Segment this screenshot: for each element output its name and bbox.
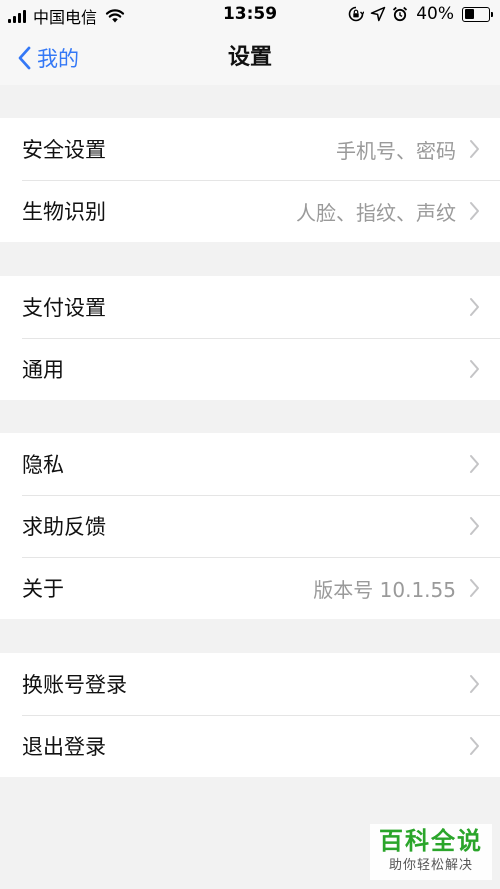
row-value: 手机号、密码 [336,138,456,163]
row-label: 生物识别 [22,200,106,224]
settings-group-account: 换账号登录 退出登录 [0,653,500,777]
row-value: 人脸、指纹、声纹 [296,200,456,225]
settings-group-payment: 支付设置 通用 [0,276,500,400]
general-row[interactable]: 通用 [0,338,500,400]
row-label: 隐私 [22,453,64,477]
chevron-right-icon [470,455,479,473]
chevron-right-icon [470,579,479,597]
chevron-right-icon [470,517,479,535]
watermark-logo: 百科全说 助你轻松解决 [370,824,492,880]
chevron-right-icon [470,202,479,220]
privacy-row[interactable]: 隐私 [0,433,500,495]
row-label: 换账号登录 [22,673,127,697]
orientation-lock-icon [348,6,365,22]
row-label: 安全设置 [22,138,106,162]
logout-row[interactable]: 退出登录 [0,715,500,777]
settings-group-info: 隐私 求助反馈 关于 版本号 10.1.55 [0,433,500,619]
chevron-right-icon [470,140,479,158]
status-bar-right: 40% [348,4,493,24]
version-value: 版本号 10.1.55 [313,577,456,602]
alarm-icon [393,6,408,22]
switch-account-row[interactable]: 换账号登录 [0,653,500,715]
battery-percent: 40% [416,4,454,24]
payment-settings-row[interactable]: 支付设置 [0,276,500,338]
navigation-bar: 我的 设置 [0,30,500,85]
chevron-right-icon [470,737,479,755]
battery-icon [462,6,493,22]
watermark-title: 百科全说 [379,827,483,855]
row-label: 求助反馈 [22,515,106,539]
chevron-right-icon [470,675,479,693]
biometrics-row[interactable]: 生物识别 人脸、指纹、声纹 [0,180,500,242]
chevron-right-icon [470,360,479,378]
location-icon [370,6,386,22]
help-feedback-row[interactable]: 求助反馈 [0,495,500,557]
page-title: 设置 [227,45,272,70]
row-label: 退出登录 [22,735,106,759]
about-row[interactable]: 关于 版本号 10.1.55 [0,557,500,619]
chevron-right-icon [470,298,479,316]
status-bar: 中国电信 13:59 40% [0,0,500,30]
row-label: 关于 [22,577,64,601]
row-label: 支付设置 [22,296,106,320]
security-settings-row[interactable]: 安全设置 手机号、密码 [0,118,500,180]
row-label: 通用 [22,358,64,382]
settings-group-security: 安全设置 手机号、密码 生物识别 人脸、指纹、声纹 [0,118,500,242]
battery-fill [464,9,474,19]
watermark-subtitle: 助你轻松解决 [388,858,473,873]
